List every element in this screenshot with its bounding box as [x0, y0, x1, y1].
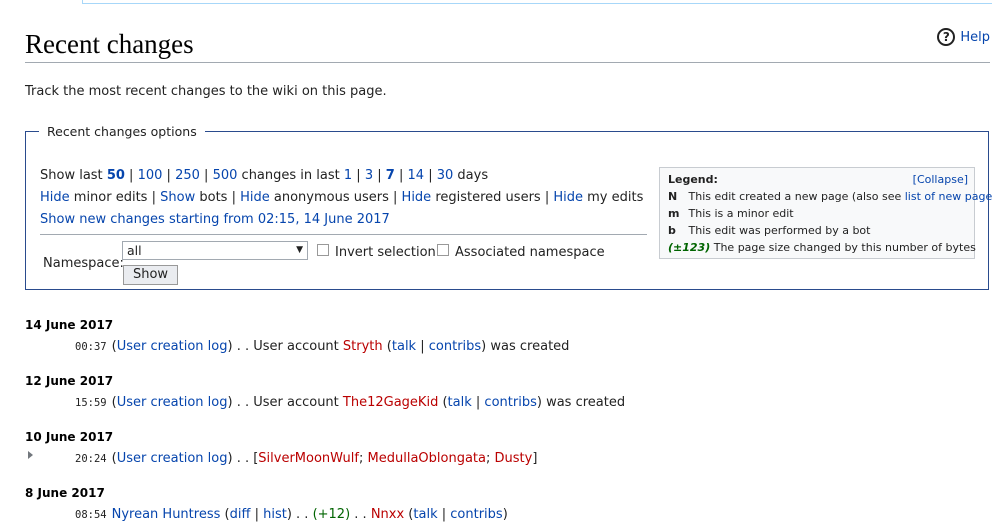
intro-text: Track the most recent changes to the wik…	[25, 84, 387, 99]
change-text: User account	[253, 395, 339, 410]
associated-namespace-label: Associated namespace	[455, 245, 605, 260]
rc-options-fieldset: Recent changes options Show last 50 | 10…	[25, 124, 992, 290]
toggle-registered-label: registered users	[435, 190, 541, 205]
user-link[interactable]: MedullaOblongata	[368, 451, 486, 466]
user-link[interactable]: Nnxx	[371, 507, 404, 522]
top-tab-strip	[0, 0, 992, 4]
invert-selection-label: Invert selection	[335, 245, 436, 260]
limit-250[interactable]: 250	[175, 168, 200, 183]
page-heading: Recent changes ? Help	[25, 28, 990, 63]
legend-key-minor: m	[668, 207, 680, 220]
diff-link[interactable]: diff	[230, 507, 251, 522]
page-title: Recent changes	[25, 29, 194, 59]
toggle-my-edits-label: my edits	[587, 190, 644, 205]
legend-row-size: (±123) The page size changed by this num…	[668, 241, 976, 254]
legend-text-minor: This is a minor edit	[688, 207, 794, 220]
talk-link[interactable]: talk	[392, 339, 416, 354]
log-link[interactable]: User creation log	[117, 451, 228, 466]
invert-selection-checkbox[interactable]	[317, 244, 329, 256]
days-suffix: days	[457, 168, 489, 183]
days-14[interactable]: 14	[408, 168, 425, 183]
associated-namespace-checkbox[interactable]	[437, 244, 449, 256]
limit-500[interactable]: 500	[213, 168, 238, 183]
change-time: 08:54	[75, 509, 107, 521]
limit-line: Show last 50 | 100 | 250 | 500 changes i…	[40, 168, 489, 183]
log-link[interactable]: User creation log	[117, 395, 228, 410]
show-new-changes-link[interactable]: Show new changes starting from 02:15, 14…	[40, 212, 390, 227]
help-label[interactable]: Help	[960, 30, 990, 45]
list-of-new-pages-link[interactable]: list of new pages	[905, 190, 992, 203]
legend-text-new: This edit created a new page (also see	[688, 190, 905, 203]
change-time: 00:37	[75, 341, 107, 353]
legend-row-minor: m This is a minor edit	[668, 207, 966, 220]
namespace-value: all	[127, 243, 142, 258]
list-item: 08:54 Nyrean Huntress (diff | hist) . . (…	[75, 507, 508, 522]
user-link[interactable]: The12GageKid	[343, 395, 438, 410]
day-heading: 14 June 2017	[25, 318, 114, 332]
talk-link[interactable]: talk	[413, 507, 437, 522]
toggle-bots-label: bots	[199, 190, 228, 205]
toggle-minor-edits[interactable]: Hide	[40, 190, 70, 205]
help-link[interactable]: ? Help	[937, 28, 990, 46]
user-link[interactable]: Dusty	[495, 451, 533, 466]
legend-key-bot: b	[668, 224, 676, 237]
show-last-label: Show last	[40, 168, 103, 183]
legend-key-new: N	[668, 190, 678, 203]
legend-collapse-link[interactable]: [Collapse]	[913, 173, 968, 186]
toggle-line: Hide minor edits | Show bots | Hide anon…	[40, 190, 644, 205]
days-7[interactable]: 7	[386, 168, 395, 183]
tab-border-line	[82, 3, 992, 4]
list-item: 15:59 (User creation log) . . User accoun…	[75, 395, 626, 410]
legend-row-new: N This edit created a new page (also see…	[668, 190, 992, 203]
options-divider	[40, 234, 647, 235]
log-link[interactable]: User creation log	[117, 339, 228, 354]
day-heading: 8 June 2017	[25, 486, 105, 500]
legend-row-bot: b This edit was performed by a bot	[668, 224, 966, 237]
user-link[interactable]: SilverMoonWulf	[258, 451, 359, 466]
page-link[interactable]: Nyrean Huntress	[112, 507, 221, 522]
list-item: 20:24 (User creation log) . . [SilverMoon…	[75, 451, 538, 466]
active-tab[interactable]	[0, 0, 83, 4]
change-text-after: was created	[490, 339, 570, 354]
legend-title: Legend:	[668, 173, 718, 186]
list-item: 00:37 (User creation log) . . User accoun…	[75, 339, 570, 354]
toggle-registered[interactable]: Hide	[402, 190, 432, 205]
change-text-after: was created	[546, 395, 626, 410]
namespace-select[interactable]: all ▼	[122, 241, 308, 260]
contribs-link[interactable]: contribs	[484, 395, 536, 410]
toggle-anonymous-label: anonymous users	[273, 190, 389, 205]
show-button[interactable]: Show	[123, 265, 178, 285]
day-heading: 12 June 2017	[25, 374, 114, 388]
size-change: (+12)	[312, 507, 351, 522]
day-heading: 10 June 2017	[25, 430, 114, 444]
legend-text-size: The page size changed by this number of …	[713, 241, 976, 254]
toggle-my-edits[interactable]: Hide	[553, 190, 583, 205]
talk-link[interactable]: talk	[448, 395, 472, 410]
legend-text-bot: This edit was performed by a bot	[688, 224, 871, 237]
toggle-anonymous[interactable]: Hide	[240, 190, 270, 205]
namespace-label: Namespace:	[43, 256, 124, 271]
rc-options-legend: Recent changes options	[47, 124, 197, 139]
change-text: User account	[253, 339, 339, 354]
chevron-down-icon: ▼	[296, 245, 303, 255]
toggle-bots[interactable]: Show	[160, 190, 195, 205]
legend-key-size: (±123)	[668, 241, 711, 254]
contribs-link[interactable]: contribs	[429, 339, 481, 354]
contribs-link[interactable]: contribs	[450, 507, 502, 522]
change-time: 20:24	[75, 453, 107, 465]
legend-box: Legend: [Collapse] N This edit created a…	[659, 167, 992, 259]
limit-50[interactable]: 50	[107, 168, 125, 183]
days-1[interactable]: 1	[344, 168, 352, 183]
hist-link[interactable]: hist	[263, 507, 287, 522]
limit-100[interactable]: 100	[138, 168, 163, 183]
expand-arrow-icon[interactable]	[28, 451, 33, 459]
days-3[interactable]: 3	[365, 168, 373, 183]
show-new-line: Show new changes starting from 02:15, 14…	[40, 212, 390, 227]
user-link[interactable]: Stryth	[343, 339, 383, 354]
help-icon[interactable]: ?	[937, 28, 956, 46]
days-30[interactable]: 30	[437, 168, 454, 183]
toggle-minor-edits-label: minor edits	[73, 190, 148, 205]
changes-in-last-label: changes in last	[241, 168, 340, 183]
change-time: 15:59	[75, 397, 107, 409]
